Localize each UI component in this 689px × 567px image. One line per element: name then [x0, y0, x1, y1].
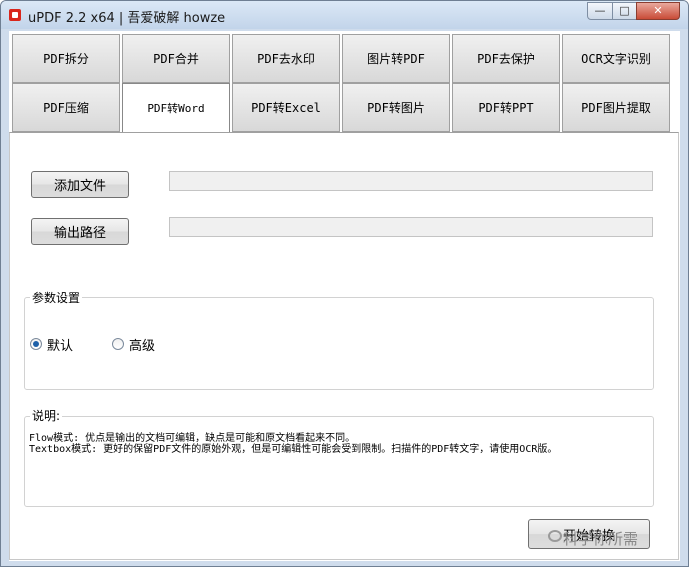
output-path-button[interactable]: 输出路径	[31, 218, 129, 245]
watermark-logo-icon	[548, 530, 562, 542]
notes-group	[24, 416, 654, 507]
watermark-text: 科学你所需	[563, 530, 639, 548]
radio-advanced[interactable]	[112, 338, 124, 350]
client-area: PDF拆分 PDF合并 PDF去水印 图片转PDF PDF去保护 OCR文字识别…	[9, 31, 680, 561]
tab-pdf-image-extract[interactable]: PDF图片提取	[562, 83, 670, 132]
tab-pdf-to-word[interactable]: PDF转Word	[122, 83, 230, 133]
maximize-button[interactable]: □	[612, 2, 637, 20]
tab-image-to-pdf[interactable]: 图片转PDF	[342, 34, 450, 83]
notes-legend: 说明:	[30, 407, 63, 424]
close-button[interactable]: ✕	[636, 2, 680, 20]
app-window: uPDF 2.2 x64 | 吾爱破解 howze — □ ✕ PDF拆分 PD…	[0, 0, 689, 567]
file-path-field[interactable]	[169, 171, 653, 191]
title-bar[interactable]: uPDF 2.2 x64 | 吾爱破解 howze — □ ✕	[1, 1, 688, 29]
output-path-field[interactable]	[169, 217, 653, 237]
note-textbox-mode: Textbox模式: 更好的保留PDF文件的原始外观，但是可编辑性可能会受到限制…	[29, 444, 558, 455]
radio-advanced-label[interactable]: 高级	[129, 335, 155, 354]
tab-pdf-to-image[interactable]: PDF转图片	[342, 83, 450, 132]
tab-pdf-to-excel[interactable]: PDF转Excel	[232, 83, 340, 132]
window-title: uPDF 2.2 x64 | 吾爱破解 howze	[28, 11, 226, 26]
minimize-icon: —	[594, 4, 606, 17]
radio-default[interactable]	[30, 338, 42, 350]
tab-pdf-remove-watermark[interactable]: PDF去水印	[232, 34, 340, 83]
add-file-button[interactable]: 添加文件	[31, 171, 129, 198]
tab-ocr[interactable]: OCR文字识别	[562, 34, 670, 83]
radio-default-label[interactable]: 默认	[47, 335, 73, 354]
tab-panel: 添加文件 输出路径 参数设置 默认 高级 说明: Flow模式: 优点是输出的文…	[9, 132, 679, 560]
close-icon: ✕	[653, 4, 663, 17]
tab-pdf-split[interactable]: PDF拆分	[12, 34, 120, 83]
tab-pdf-to-ppt[interactable]: PDF转PPT	[452, 83, 560, 132]
radio-selected-dot	[33, 341, 39, 347]
app-icon	[9, 9, 21, 21]
tab-pdf-compress[interactable]: PDF压缩	[12, 83, 120, 132]
maximize-icon: □	[619, 4, 630, 17]
note-flow-mode: Flow模式: 优点是输出的文档可编辑，缺点是可能和原文档看起来不同。	[29, 433, 356, 444]
minimize-button[interactable]: —	[587, 2, 613, 20]
tab-pdf-merge[interactable]: PDF合并	[122, 34, 230, 83]
tab-pdf-unprotect[interactable]: PDF去保护	[452, 34, 560, 83]
params-legend: 参数设置	[30, 289, 83, 306]
